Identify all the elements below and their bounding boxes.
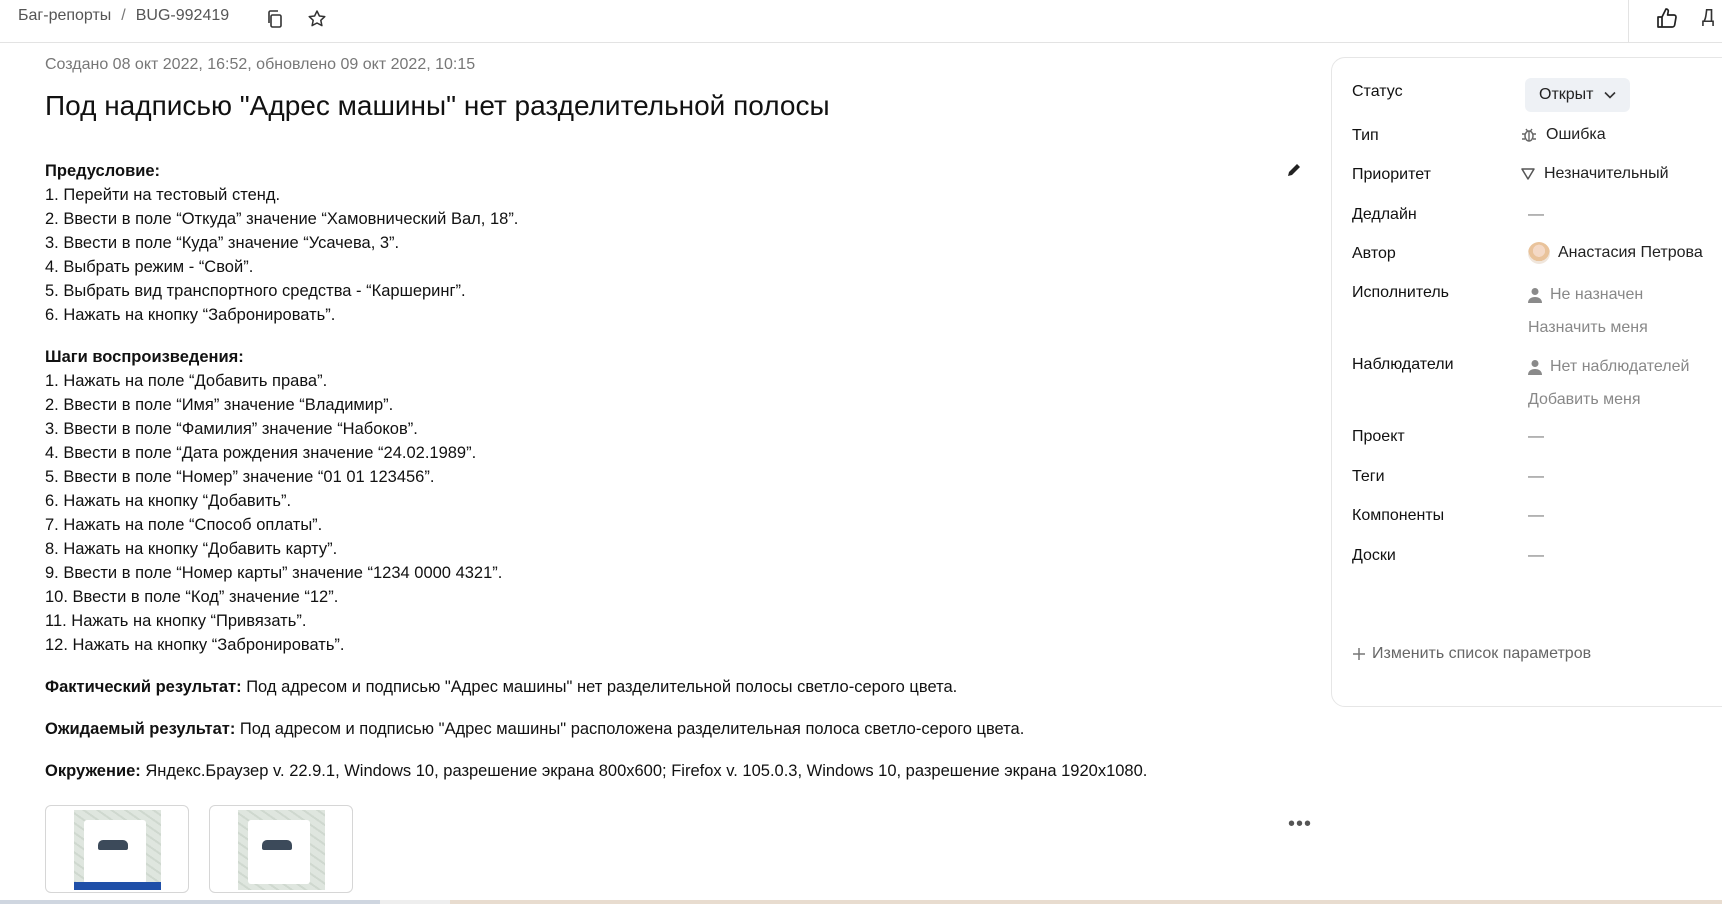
boards-label: Доски [1352,547,1396,564]
issue-properties-panel: Статус Открыт Тип Ошибка Приоритет Незна… [1331,57,1722,707]
watchers-value[interactable]: Нет наблюдателей [1528,358,1689,376]
assignee-value[interactable]: Не назначен [1528,286,1643,304]
list-item: 6. Нажать на кнопку “Забронировать”. [45,306,336,324]
list-item: 10. Ввести в поле “Код” значение “12”. [45,588,339,606]
avatar [1528,242,1550,264]
list-item: 3. Ввести в поле “Куда” значение “Усачев… [45,234,400,252]
list-item: 7. Нажать на поле “Способ оплаты”. [45,516,323,534]
list-item: 4. Ввести в поле “Дата рождения значение… [45,444,477,462]
tags-label: Теги [1352,468,1385,485]
expected-result-text: Под адресом и подписью "Адрес машины" ра… [235,720,1025,738]
bug-icon [1522,128,1536,142]
steps-heading: Шаги воспроизведения: [45,348,244,366]
watchers-text: Нет наблюдателей [1550,358,1690,375]
priority-label: Приоритет [1352,166,1431,183]
environment: Окружение: Яндекс.Браузер v. 22.9.1, Win… [45,759,1275,783]
list-item: 4. Выбрать режим - “Свой”. [45,258,254,276]
pencil-icon [1288,164,1300,176]
project-label: Проект [1352,428,1405,445]
list-item: 6. Нажать на кнопку “Добавить”. [45,492,292,510]
breadcrumb-issue-key: BUG-992419 [135,7,230,24]
status-value: Открыт [1539,86,1594,103]
thumbs-up-icon[interactable] [1656,7,1678,29]
environment-text: Яндекс.Браузер v. 22.9.1, Windows 10, ра… [140,762,1148,780]
list-item: 9. Ввести в поле “Номер карты” значение … [45,564,503,582]
attachment-thumbnail[interactable] [209,805,353,893]
bottom-scrollbar-track [0,900,1722,904]
assign-me-link[interactable]: Назначить меня [1528,319,1648,337]
user-icon [1528,360,1542,375]
breadcrumb-separator: / [121,7,126,24]
components-label: Компоненты [1352,507,1445,524]
tags-value[interactable]: — [1528,468,1544,486]
user-icon [1528,288,1542,303]
components-value[interactable]: — [1528,507,1544,525]
more-actions-button[interactable]: ••• [1288,813,1312,836]
environment-label: Окружение: [45,762,141,780]
author-value[interactable]: Анастасия Петрова [1528,242,1703,264]
actual-result: Фактический результат: Под адресом и под… [45,675,1275,699]
assignee-text: Не назначен [1550,286,1644,303]
edit-description-button[interactable] [1285,161,1305,181]
list-item: 12. Нажать на кнопку “Забронировать”. [45,636,345,654]
priority-text: Незначительный [1544,165,1669,182]
change-params-label: Изменить список параметров [1372,645,1592,662]
screenshot-thumbnail-icon [74,810,161,890]
star-icon[interactable] [306,8,328,30]
list-item: 2. Ввести в поле “Имя” значение “Владими… [45,396,394,414]
author-label: Автор [1352,245,1396,262]
precondition-heading: Предусловие: [45,162,161,180]
type-text: Ошибка [1546,126,1606,143]
precondition-block: Предусловие: 1. Перейти на тестовый стен… [45,159,1275,327]
screenshot-thumbnail-icon [238,810,325,890]
expected-result-label: Ожидаемый результат: [45,720,236,738]
type-label: Тип [1352,127,1379,144]
breadcrumb: Баг-репорты / BUG-992419 [18,7,229,25]
list-item: 5. Выбрать вид транспортного средства - … [45,282,466,300]
list-item: 1. Нажать на поле “Добавить права”. [45,372,328,390]
author-name: Анастасия Петрова [1558,244,1703,261]
status-label: Статус [1352,83,1403,100]
list-item: 1. Перейти на тестовый стенд. [45,186,281,204]
actual-result-label: Фактический результат: [45,678,242,696]
watchers-label: Наблюдатели [1352,356,1454,373]
copy-icon[interactable] [264,8,286,30]
expected-result: Ожидаемый результат: Под адресом и подпи… [45,717,1275,741]
deadline-label: Дедлайн [1352,206,1417,223]
attachments [45,805,353,893]
list-item: 8. Нажать на кнопку “Добавить карту”. [45,540,338,558]
add-me-link[interactable]: Добавить меня [1528,391,1641,409]
list-item: 11. Нажать на кнопку “Привязать”. [45,612,307,630]
project-value[interactable]: — [1528,428,1544,446]
truncated-button-label[interactable]: Д [1702,6,1714,27]
chevron-down-icon [1603,91,1616,99]
status-dropdown[interactable]: Открыт [1525,78,1630,112]
type-value[interactable]: Ошибка [1520,126,1606,144]
issue-meta: Создано 08 окт 2022, 16:52, обновлено 09… [45,56,476,73]
list-item: 5. Ввести в поле “Номер” значение “01 01… [45,468,435,486]
issue-description: Предусловие: 1. Перейти на тестовый стен… [45,159,1275,801]
change-params-button[interactable]: Изменить список параметров [1352,645,1591,663]
actual-result-text: Под адресом и подписью "Адрес машины" не… [241,678,958,696]
plus-icon [1353,648,1365,660]
boards-value[interactable]: — [1528,547,1544,565]
top-divider [1628,0,1629,42]
page-title[interactable]: Под надписью "Адрес машины" нет разделит… [45,90,830,122]
deadline-value[interactable]: — [1528,206,1544,224]
list-item: 3. Ввести в поле “Фамилия” значение “Наб… [45,420,418,438]
list-item: 2. Ввести в поле “Откуда” значение “Хамо… [45,210,519,228]
steps-block: Шаги воспроизведения: 1. Нажать на поле … [45,345,1275,657]
assignee-label: Исполнитель [1352,284,1450,301]
priority-value[interactable]: Незначительный [1520,165,1669,183]
attachment-thumbnail[interactable] [45,805,189,893]
top-bar: Баг-репорты / BUG-992419 Д [0,0,1722,43]
breadcrumb-section-link[interactable]: Баг-репорты [18,7,111,25]
priority-triangle-icon [1521,168,1535,180]
